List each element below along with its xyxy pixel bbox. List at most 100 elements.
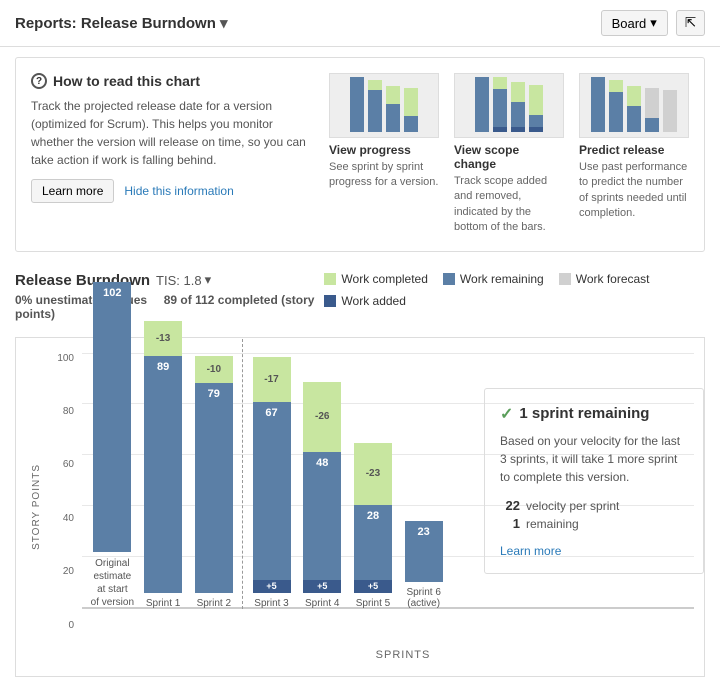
bar-sprint1-green: -13 [144,321,182,356]
legend-color-dark-blue [324,295,336,307]
chart-inner: 100 80 60 40 20 0 [52,348,694,666]
bar-group-sprint2: -10 79 Sprint 2 [188,356,239,609]
info-title: ? How to read this chart [31,73,309,89]
legend-work-forecast: Work forecast [559,272,650,286]
y-axis: 100 80 60 40 20 0 [52,348,82,666]
sprint-stat-remaining: 1 remaining [500,516,688,531]
board-button[interactable]: Board ▾ [601,10,668,36]
info-description: Track the projected release date for a v… [31,97,309,169]
legend-work-added: Work added [324,294,405,308]
bar-sprint5-green: -23 [354,443,392,505]
tis-badge: TIS: 1.8 ▾ [156,272,211,288]
legend-label-added: Work added [341,294,405,308]
legend-color-gray [559,273,571,285]
chart-previews: View progress See sprint by sprint progr… [329,73,689,236]
info-buttons: Learn more Hide this information [31,179,309,203]
bar-label-original: Originalestimateat startof version [91,557,134,609]
preview-image-3 [579,73,689,138]
bar-label-sprint2: Sprint 2 [197,598,231,609]
hide-info-button[interactable]: Hide this information [124,179,233,203]
bar-sprint4-green: -26 [303,382,341,452]
bar-group-sprint6: 23 Sprint 6(active) [398,521,449,609]
legend-label-remaining: Work remaining [460,272,544,286]
sprint-info-box: ✓ 1 sprint remaining Based on your veloc… [469,368,684,574]
bar-sprint4-added: +5 [303,580,341,593]
bar-sprint5-added: +5 [354,580,392,593]
preview-desc-2: Track scope added and removed, indicated… [454,174,564,236]
y-axis-label: STORY POINTS [26,464,47,550]
remaining-number: 1 [500,516,520,531]
preview-desc-3: Use past performance to predict the numb… [579,160,689,222]
legend-work-remaining: Work remaining [443,272,544,286]
sprint-info: ✓ 1 sprint remaining Based on your veloc… [484,388,704,574]
chevron-down-icon: ▾ [205,272,212,288]
legend-work-completed: Work completed [324,272,427,286]
chevron-down-icon: ▾ [650,15,657,31]
preview-title-3: Predict release [579,143,689,157]
bar-sprint4-main: 48 [303,452,341,580]
page-header: Reports: Release Burndown ▾ Board ▾ ⇱ [0,0,720,47]
burndown-meta: 0% unestimated issues 89 of 112 complete… [15,293,324,321]
breadcrumb: Reports: Release Burndown ▾ [15,14,228,32]
bar-sprint6-main: 23 [405,521,443,582]
bar-sprint1-main: 89 [144,356,182,593]
bar-label-sprint4: Sprint 4 [305,598,339,609]
learn-more-button[interactable]: Learn more [31,179,114,203]
bar-group-sprint3: -17 67 +5 Sprint 3 [246,357,297,609]
bar-label-sprint1: Sprint 1 [146,598,180,609]
maximize-button[interactable]: ⇱ [676,10,705,36]
bar-sprint3-green: -17 [253,357,291,402]
x-axis-label: SPRINTS [112,644,694,666]
info-icon: ? [31,73,47,89]
velocity-label: velocity per sprint [526,499,619,513]
legend-color-blue [443,273,455,285]
sprint-learn-more[interactable]: Learn more [500,544,561,558]
sprint-stat-velocity: 22 velocity per sprint [500,498,688,513]
chevron-down-icon: ▾ [220,15,228,32]
preview-view-progress: View progress See sprint by sprint progr… [329,73,439,236]
header-actions: Board ▾ ⇱ [601,10,705,36]
bar-group-sprint4: -26 48 +5 Sprint 4 [297,382,348,609]
bar-group-sprint1: -13 89 Sprint 1 [138,321,189,609]
bars-group: 102 Originalestimateat startof version -… [82,353,454,609]
bar-label-sprint6: Sprint 6(active) [406,587,440,609]
preview-image-1 [329,73,439,138]
chart-body: 100 80 60 40 20 0 [52,348,694,666]
bar-group-original: 102 Originalestimateat startof version [87,282,138,609]
preview-predict-release: Predict release Use past performance to … [579,73,689,236]
velocity-number: 22 [500,498,520,513]
legend-color-green [324,273,336,285]
sprint-divider [242,339,243,609]
bars-area: 102 Originalestimateat startof version -… [82,348,694,666]
bar-sprint5-main: 28 [354,505,392,580]
preview-title-1: View progress [329,143,439,157]
bar-sprint3-main: 67 [253,402,291,580]
info-section: ? How to read this chart Track the proje… [15,57,705,252]
bar-group-sprint5: -23 28 +5 Sprint 5 [348,443,399,609]
bar-sprint2-main: 79 [195,383,233,593]
remaining-label: remaining [526,517,579,531]
bars-relative: 102 Originalestimateat startof version -… [82,348,694,644]
sprint-info-description: Based on your velocity for the last 3 sp… [500,432,688,486]
bar-original-main: 102 [93,282,131,552]
sprint-stats: 22 velocity per sprint 1 remaining [500,498,688,531]
chart-container: STORY POINTS 100 80 60 40 20 0 [15,337,705,677]
burndown-title: Release Burndown TIS: 1.8 ▾ [15,272,324,289]
checkmark-icon: ✓ [500,404,513,424]
bar-label-sprint5: Sprint 5 [356,598,390,609]
preview-desc-1: See sprint by sprint progress for a vers… [329,160,439,191]
info-content: ? How to read this chart Track the proje… [31,73,309,236]
preview-image-2 [454,73,564,138]
report-name: Release Burndown [81,15,216,32]
reports-label: Reports: [15,15,77,32]
y-axis-section: STORY POINTS [26,348,52,666]
chart-legend: Work completed Work remaining Work forec… [324,272,705,308]
burndown-section: Release Burndown TIS: 1.8 ▾ 0% unestimat… [0,262,720,687]
legend-label-completed: Work completed [341,272,427,286]
sprint-info-title: ✓ 1 sprint remaining [500,404,688,424]
legend-label-forecast: Work forecast [576,272,650,286]
preview-view-scope: View scope change Track scope added and … [454,73,564,236]
bar-sprint3-added: +5 [253,580,291,593]
preview-title-2: View scope change [454,143,564,171]
bar-label-sprint3: Sprint 3 [254,598,288,609]
